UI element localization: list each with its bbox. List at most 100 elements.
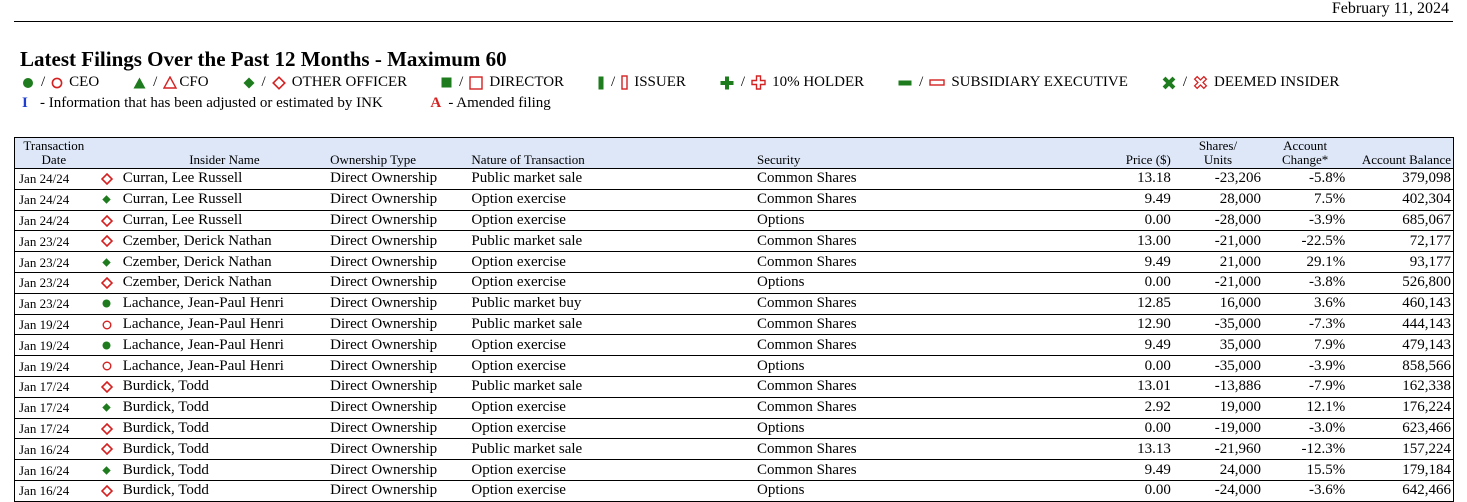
security-cell: Common Shares — [755, 459, 1041, 481]
transaction-date-cell: Jan 23/24 — [13, 230, 93, 253]
ownership-type-cell: Direct Ownership — [328, 418, 470, 440]
outline-diamond-icon — [100, 484, 113, 497]
price-cell: 0.00 — [1040, 480, 1173, 502]
table-row: Jan 24/24 Curran, Lee Russell Direct Owner… — [13, 210, 1455, 232]
insider-name-cell: Lachance, Jean-Paul Henri — [120, 355, 329, 377]
ownership-type-cell: Direct Ownership — [328, 334, 470, 357]
transaction-date-cell: Jan 19/24 — [13, 355, 93, 377]
price-cell: 9.49 — [1040, 189, 1173, 211]
legend-separator: / — [740, 74, 746, 90]
header-symbol — [92, 137, 121, 169]
legend-label: DIRECTOR — [489, 74, 565, 90]
filled-diamond-icon — [102, 257, 111, 267]
header-transaction-date: Transaction Date — [13, 137, 93, 169]
outline-minus-icon — [929, 78, 946, 87]
role-symbol-cell — [92, 397, 121, 419]
outline-diamond-icon — [100, 276, 113, 289]
security-cell: Options — [755, 272, 1041, 294]
price-cell: 9.49 — [1040, 334, 1173, 357]
shares-cell: -35,000 — [1172, 355, 1264, 377]
header-account-change: Account Change* — [1263, 137, 1348, 169]
nature-cell: Option exercise — [469, 251, 755, 273]
insider-name-cell: Curran, Lee Russell — [120, 189, 329, 211]
shares-cell: 21,000 — [1172, 251, 1264, 273]
legend-item-10-percent-holder: / 10% HOLDER — [720, 74, 864, 91]
account-change-cell: -3.6% — [1263, 480, 1348, 502]
ownership-type-cell: Direct Ownership — [328, 438, 470, 461]
table-row: Jan 16/24 Burdick, Todd Direct Ownership Op… — [13, 459, 1455, 481]
ownership-type-cell: Direct Ownership — [328, 376, 470, 398]
legend-separator: / — [153, 74, 158, 90]
shares-cell: -21,000 — [1172, 272, 1264, 294]
filled-diamond-icon — [102, 195, 111, 204]
table-row: Jan 16/24 Burdick, Todd Direct Ownership Op… — [13, 480, 1455, 502]
security-cell: Common Shares — [755, 376, 1041, 398]
transaction-date-cell: Jan 17/24 — [13, 418, 93, 440]
legend-item-ceo: / CEO — [22, 74, 99, 91]
transaction-date-cell: Jan 23/24 — [13, 293, 93, 315]
filled-triangle-icon — [133, 77, 146, 89]
filled-diamond-icon — [243, 77, 255, 89]
insider-name-cell: Lachance, Jean-Paul Henri — [120, 334, 329, 357]
transaction-date-cell: Jan 16/24 — [13, 438, 93, 461]
role-symbol-cell — [92, 314, 121, 336]
account-change-cell: -22.5% — [1263, 230, 1348, 253]
outline-circle-icon — [51, 77, 63, 89]
shares-cell: -35,000 — [1172, 314, 1264, 336]
price-cell: 9.49 — [1040, 251, 1173, 273]
amended-note-text: - Amended filing — [448, 95, 551, 111]
legend-item-subsidiary-executive: / SUBSIDIARY EXECUTIVE — [898, 74, 1128, 91]
nature-cell: Option exercise — [469, 418, 755, 440]
shares-cell: -21,000 — [1172, 230, 1264, 253]
transaction-date-cell: Jan 23/24 — [13, 272, 93, 294]
account-change-cell: 7.5% — [1263, 189, 1348, 211]
legend-separator: / — [1182, 74, 1188, 90]
role-symbol-cell — [92, 293, 121, 315]
account-change-cell: -7.9% — [1263, 376, 1348, 398]
filled-circle-icon — [102, 299, 111, 308]
account-balance-cell: 402,304 — [1347, 189, 1455, 211]
role-symbol-cell — [92, 272, 121, 294]
account-balance-cell: 379,098 — [1347, 168, 1455, 190]
header-price: Price ($) — [1040, 137, 1173, 169]
shares-cell: -13,886 — [1172, 376, 1264, 398]
ownership-type-cell: Direct Ownership — [328, 210, 470, 232]
table-header-row: Transaction Date Insider Name Ownership T… — [13, 137, 1455, 169]
nature-cell: Option exercise — [469, 272, 755, 294]
filled-diamond-icon — [102, 403, 111, 412]
security-cell: Options — [755, 355, 1041, 377]
top-divider — [14, 21, 1453, 22]
role-symbol-cell — [92, 189, 121, 211]
nature-cell: Option exercise — [469, 355, 755, 377]
role-symbol-cell — [92, 168, 121, 190]
ownership-type-cell: Direct Ownership — [328, 168, 470, 190]
outline-circle-icon — [102, 361, 112, 371]
price-cell: 2.92 — [1040, 397, 1173, 419]
account-balance-cell: 623,466 — [1347, 418, 1455, 440]
account-change-cell: -3.0% — [1263, 418, 1348, 440]
account-balance-cell: 72,177 — [1347, 230, 1455, 253]
filled-plus-icon — [720, 76, 734, 90]
outline-diamond-icon — [100, 443, 113, 456]
legend-separator: / — [459, 74, 464, 90]
price-cell: 12.85 — [1040, 293, 1173, 315]
adjusted-marker: I — [22, 95, 28, 111]
security-cell: Options — [755, 480, 1041, 502]
legend-separator: / — [611, 74, 616, 90]
role-symbol-cell — [92, 376, 121, 398]
outline-diamond-icon — [100, 380, 113, 393]
table-row: Jan 24/24 Curran, Lee Russell Direct Owner… — [13, 168, 1455, 190]
insider-name-cell: Lachance, Jean-Paul Henri — [120, 314, 329, 336]
shares-cell: -23,206 — [1172, 168, 1264, 190]
insider-name-cell: Burdick, Todd — [120, 397, 329, 419]
insider-name-cell: Burdick, Todd — [120, 418, 329, 440]
filled-minus-icon — [898, 80, 912, 86]
nature-cell: Public market buy — [469, 293, 755, 315]
account-balance-cell: 526,800 — [1347, 272, 1455, 294]
ownership-type-cell: Direct Ownership — [328, 293, 470, 315]
security-cell: Common Shares — [755, 230, 1041, 253]
price-cell: 9.49 — [1040, 459, 1173, 481]
transaction-date-cell: Jan 16/24 — [13, 480, 93, 502]
transaction-date-cell: Jan 24/24 — [13, 210, 93, 232]
nature-cell: Public market sale — [469, 376, 755, 398]
